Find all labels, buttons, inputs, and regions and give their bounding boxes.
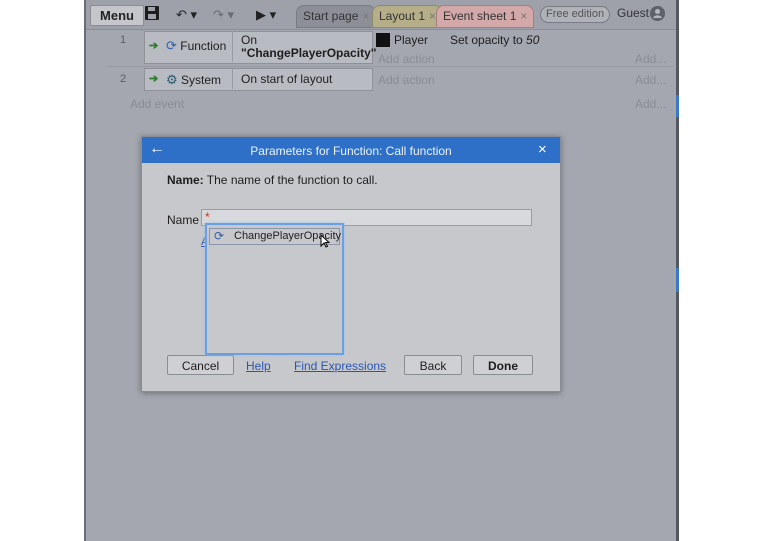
tab-start-page[interactable]: Start page ×	[296, 5, 377, 28]
function-icon: ⟳	[166, 38, 177, 53]
user-label[interactable]: Guest	[617, 6, 649, 20]
action-value: 50	[526, 33, 540, 47]
cancel-button[interactable]: Cancel	[167, 355, 234, 375]
param-name-label: Name:	[167, 173, 204, 187]
scrollbar-thumb[interactable]	[676, 95, 679, 117]
trigger-arrow-icon: ➔	[149, 40, 159, 52]
object-label: System	[181, 73, 222, 87]
toolbar: Menu ↶ ▾ ↷ ▾ ▶ ▾ Start page × Layout 1 × E…	[86, 0, 678, 30]
parameter-description: Name: The name of the function to call.	[167, 173, 378, 187]
object-label: Function	[180, 39, 227, 53]
tab-label: Start page	[303, 9, 359, 23]
find-expressions-link[interactable]: Find Expressions	[294, 359, 386, 373]
help-link[interactable]: Help	[246, 359, 271, 373]
trigger-arrow-icon: ➔	[149, 73, 159, 85]
done-button[interactable]: Done	[473, 355, 533, 375]
edition-badge[interactable]: Free edition	[540, 6, 611, 23]
add-action-link[interactable]: Add action	[378, 52, 435, 66]
condition-text[interactable]: On start of layout	[241, 73, 332, 86]
tab-layout-1[interactable]: Layout 1 ×	[372, 5, 444, 28]
function-icon: ⟳	[214, 229, 225, 243]
action-label: Set opacity to	[450, 33, 527, 47]
add-link[interactable]: Add...	[635, 97, 666, 111]
tab-event-sheet-1[interactable]: Event sheet 1 ×	[436, 5, 535, 28]
add-event-link[interactable]: Add event	[130, 97, 184, 111]
event-number: 1	[120, 34, 127, 46]
condition-text[interactable]: On "ChangePlayerOpacity"	[241, 34, 376, 60]
param-description-text: The name of the function to call.	[203, 173, 378, 187]
tab-label: Event sheet 1	[443, 9, 517, 23]
back-button[interactable]: Back	[404, 355, 462, 375]
condition-param: "ChangePlayerOpacity"	[241, 46, 377, 60]
menu-button[interactable]: Menu	[90, 5, 144, 26]
play-icon[interactable]: ▶ ▾	[256, 5, 282, 24]
close-icon[interactable]: ×	[538, 141, 547, 158]
action-object[interactable]: Player	[394, 33, 428, 47]
close-icon[interactable]: ×	[362, 9, 369, 23]
mouse-cursor-icon	[320, 233, 331, 251]
add-link[interactable]: Add...	[635, 52, 666, 66]
window-edge	[84, 0, 86, 541]
dialog-titlebar: ← Parameters for Function: Call function…	[142, 137, 560, 163]
parameters-dialog: ← Parameters for Function: Call function…	[141, 136, 561, 392]
divider	[232, 31, 233, 62]
redo-icon[interactable]: ↷ ▾	[213, 5, 241, 24]
action-text[interactable]: Set opacity to 50	[450, 33, 539, 47]
user-icon[interactable]	[650, 6, 665, 21]
dialog-title: Parameters for Function: Call function	[250, 144, 452, 158]
system-object[interactable]: ⚙ System	[166, 72, 221, 88]
close-icon[interactable]: ×	[520, 9, 527, 23]
player-object-icon	[376, 33, 390, 47]
row-divider	[106, 66, 674, 67]
gear-icon: ⚙	[166, 72, 178, 87]
save-icon[interactable]	[145, 6, 161, 22]
function-object[interactable]: ⟳ Function	[166, 38, 226, 54]
undo-icon[interactable]: ↶ ▾	[176, 5, 214, 24]
required-marker: *	[205, 210, 210, 224]
close-icon[interactable]: ×	[429, 9, 436, 23]
event-number: 2	[120, 73, 127, 85]
tab-label: Layout 1	[379, 9, 426, 23]
add-action-link[interactable]: Add action	[378, 73, 435, 87]
scrollbar-marker	[676, 268, 679, 292]
name-label: Name	[167, 213, 200, 227]
divider	[232, 68, 233, 89]
add-link[interactable]: Add...	[635, 73, 666, 87]
